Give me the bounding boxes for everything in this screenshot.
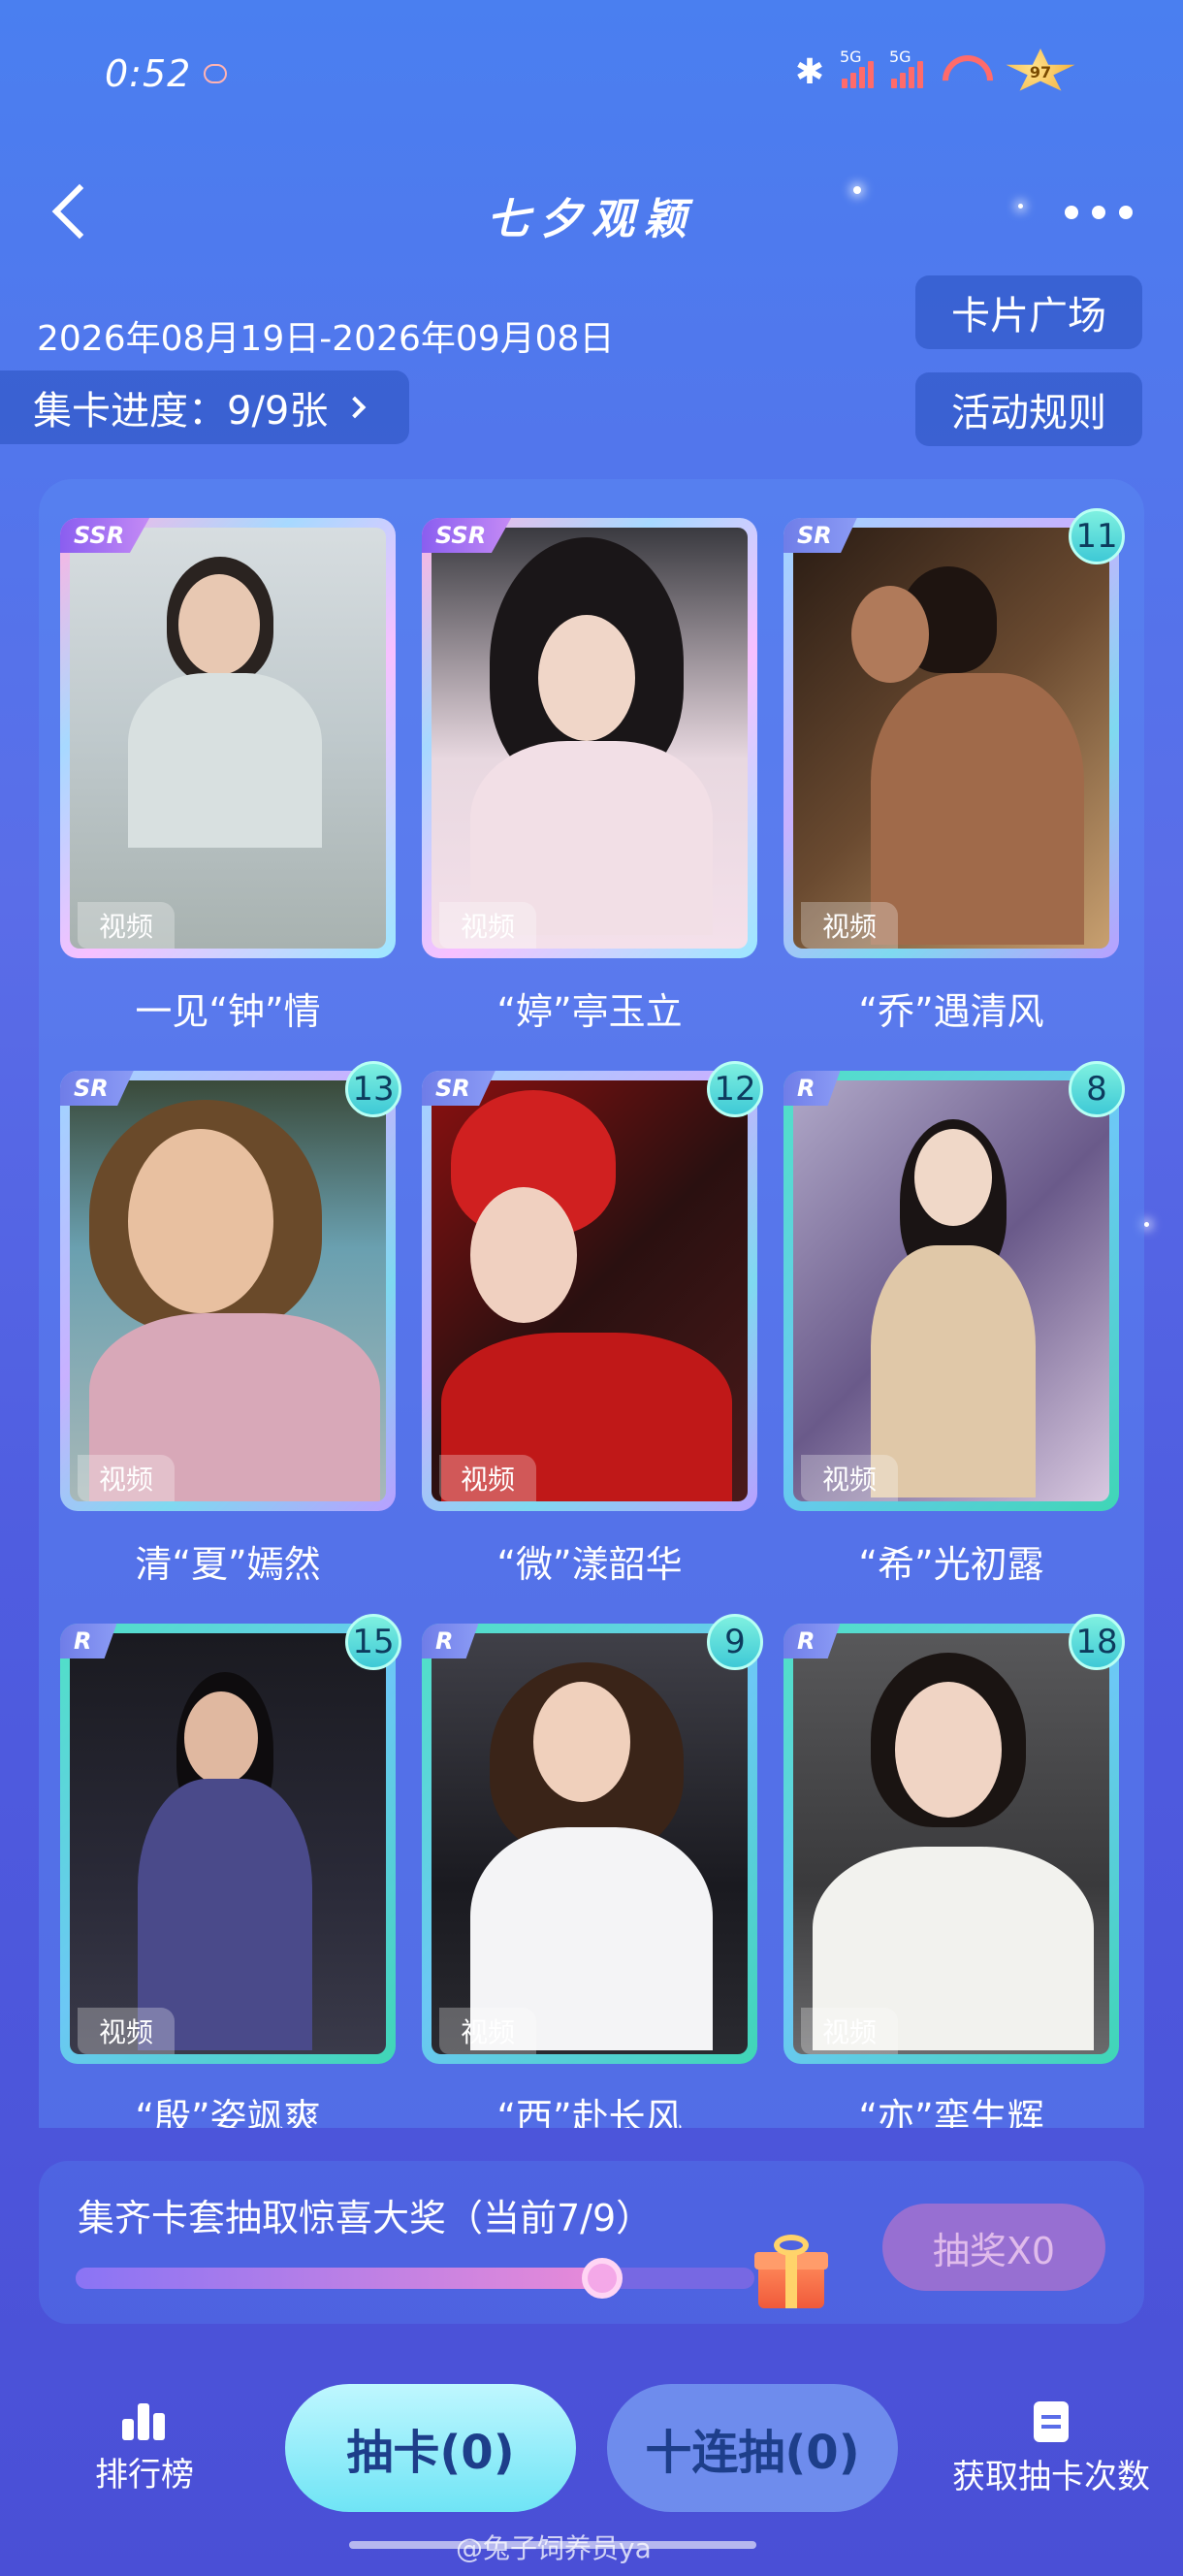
leaderboard-button[interactable]: 排行榜 [81, 2401, 208, 2496]
progress-knob [582, 2258, 623, 2299]
network-type-label: 5G [889, 48, 911, 66]
chevron-right-icon [344, 396, 367, 419]
card-plaza-button[interactable]: 卡片广场 [915, 275, 1142, 349]
card-photo [432, 1080, 748, 1501]
card-item[interactable]: R 18 视频 “亦”挛生辉 [783, 1614, 1125, 2128]
video-tag: 视频 [801, 1455, 899, 1501]
card-name: “亦”挛生辉 [858, 2096, 1044, 2128]
signal-icon: 5G [889, 48, 923, 88]
sparkle-decoration [1144, 1222, 1149, 1227]
wifi-icon [941, 55, 987, 88]
card-frame [783, 1071, 1119, 1511]
card-name: “婷”亭玉立 [496, 990, 683, 1033]
more-horizontal-icon [1065, 206, 1078, 219]
card-frame [422, 1071, 757, 1511]
prize-progress-fill [76, 2258, 623, 2299]
card-item[interactable]: SR 13 视频 清“夏”嫣然 [60, 1061, 401, 1624]
document-icon [1034, 2401, 1069, 2442]
battery-icon: 97 [1006, 48, 1075, 91]
bluetooth-icon: ✱ [794, 51, 824, 92]
card-photo [793, 1633, 1109, 2054]
card-name: 清“夏”嫣然 [135, 1543, 321, 1586]
card-count-badge: 11 [1069, 508, 1125, 564]
card-item[interactable]: SR 11 视频 “乔”遇清风 [783, 508, 1125, 1071]
collection-progress-button[interactable]: 集卡进度：9/9张 [0, 370, 409, 444]
card-count-badge: 12 [707, 1061, 763, 1117]
card-name: “乔”遇清风 [858, 990, 1044, 1033]
card-frame [60, 518, 396, 958]
card-frame [783, 1624, 1119, 2064]
card-count-badge: 9 [707, 1614, 763, 1670]
card-name: “微”漾韶华 [496, 1543, 683, 1586]
card-grid: SSR 视频 一见“钟”情 SSR 视频 “婷”亭玉立 SR 11 视频 “乔”… [60, 508, 1127, 2128]
leaderboard-icon [122, 2401, 167, 2440]
card-collection-panel: SSR 视频 一见“钟”情 SSR 视频 “婷”亭玉立 SR 11 视频 “乔”… [39, 479, 1144, 2128]
video-tag: 视频 [78, 902, 176, 949]
lottery-button[interactable]: 抽奖X0 [882, 2204, 1105, 2291]
signal-icon: 5G [840, 48, 874, 88]
card-count-badge: 8 [1069, 1061, 1125, 1117]
network-type-label: 5G [840, 48, 862, 66]
card-frame [783, 518, 1119, 958]
video-tag: 视频 [439, 1455, 537, 1501]
get-draw-times-button[interactable]: 获取抽卡次数 [952, 2401, 1150, 2497]
draw-card-button[interactable]: 抽卡(0) [285, 2384, 576, 2512]
video-tag: 视频 [78, 1455, 176, 1501]
card-photo [432, 528, 748, 949]
card-photo [70, 1633, 386, 2054]
status-time: 0:52 [105, 52, 192, 95]
card-photo [70, 1080, 386, 1501]
card-item[interactable]: SR 12 视频 “微”漾韶华 [422, 1061, 763, 1624]
bottom-action-bar: 排行榜 抽卡(0) 十连抽(0) 获取抽卡次数 @兔子饲养员ya [0, 2367, 1183, 2576]
video-tag: 视频 [439, 902, 537, 949]
video-tag: 视频 [801, 902, 899, 949]
card-frame [422, 518, 757, 958]
card-name: “殷”姿飒爽 [135, 2096, 321, 2128]
card-count-badge: 15 [345, 1614, 401, 1670]
card-item[interactable]: R 8 视频 “希”光初露 [783, 1061, 1125, 1624]
card-frame [422, 1624, 757, 2064]
ten-draw-button[interactable]: 十连抽(0) [607, 2384, 898, 2512]
collection-progress-label: 集卡进度：9/9张 [33, 389, 329, 434]
card-frame [60, 1071, 396, 1511]
card-item[interactable]: R 15 视频 “殷”姿飒爽 [60, 1614, 401, 2128]
status-icons: ✱ 5G 5G 97 [795, 48, 1076, 95]
card-item[interactable]: R 9 视频 “西”赴长风 [422, 1614, 763, 2128]
video-tag: 视频 [78, 2008, 176, 2054]
card-count-badge: 18 [1069, 1614, 1125, 1670]
card-name: “希”光初露 [858, 1543, 1044, 1586]
card-name: 一见“钟”情 [135, 990, 321, 1033]
card-frame [60, 1624, 396, 2064]
video-tag: 视频 [439, 2008, 537, 2054]
card-item[interactable]: SSR 视频 一见“钟”情 [60, 518, 396, 1071]
prize-description: 集齐卡套抽取惊喜大奖（当前7/9） [78, 2197, 654, 2239]
page-title: 七夕观颖 [487, 195, 696, 244]
notification-icon [204, 64, 227, 83]
leaderboard-label: 排行榜 [95, 2456, 194, 2495]
video-tag: 视频 [801, 2008, 899, 2054]
event-date-range: 2026年08月19日-2026年09月08日 [37, 319, 615, 359]
card-item[interactable]: SSR 视频 “婷”亭玉立 [422, 518, 757, 1071]
activity-rules-button[interactable]: 活动规则 [915, 372, 1142, 446]
card-photo [793, 528, 1109, 949]
card-count-badge: 13 [345, 1061, 401, 1117]
home-indicator[interactable] [349, 2541, 756, 2549]
card-photo [432, 1633, 748, 2054]
card-photo [70, 528, 386, 949]
more-button[interactable] [1065, 206, 1133, 219]
get-draw-times-label: 获取抽卡次数 [952, 2458, 1150, 2496]
prize-panel: 集齐卡套抽取惊喜大奖（当前7/9） 抽奖X0 [39, 2161, 1144, 2324]
prize-progress-bar [76, 2258, 754, 2299]
card-photo [793, 1080, 1109, 1501]
gift-icon [754, 2233, 828, 2310]
card-name: “西”赴长风 [496, 2096, 683, 2128]
